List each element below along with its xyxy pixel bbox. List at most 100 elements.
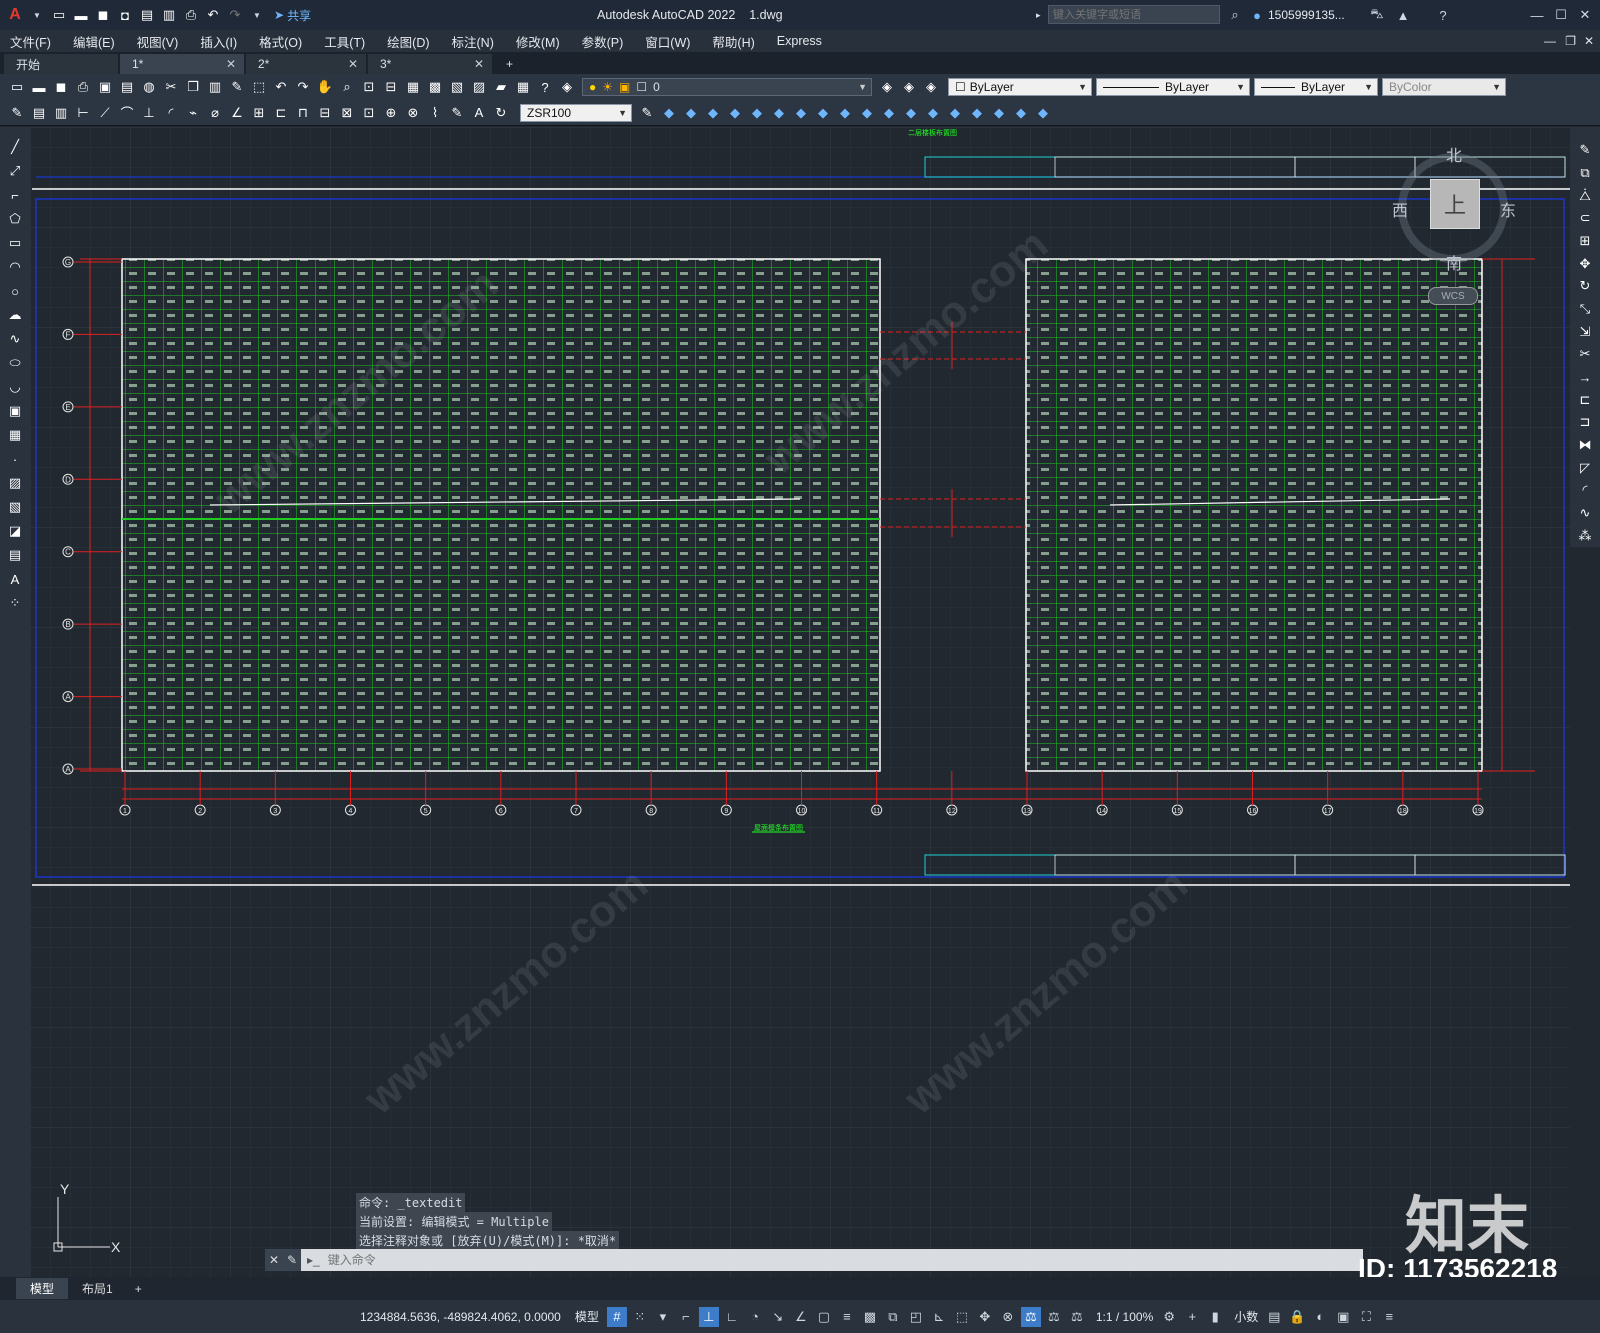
plot-preview-icon[interactable]: ▣ <box>96 78 114 96</box>
lineweight-icon[interactable]: ≡ <box>837 1307 857 1327</box>
region-icon[interactable]: ◪ <box>6 522 24 540</box>
continue-dim-icon[interactable]: ⊓ <box>294 104 312 122</box>
copy-icon[interactable]: ⧉ <box>1576 165 1594 182</box>
command-line-handle[interactable]: ✕ ✎ <box>265 1249 301 1271</box>
snap-toggle-icon[interactable]: ⁙ <box>630 1307 650 1327</box>
spline-icon[interactable]: ∿ <box>6 330 24 348</box>
circle-icon[interactable]: ○ <box>6 282 24 300</box>
close-icon[interactable]: ✕ <box>1576 6 1594 24</box>
graphics-performance-icon[interactable]: ▣ <box>1333 1307 1353 1327</box>
publish-icon[interactable]: ▤ <box>118 78 136 96</box>
tab-3[interactable]: 3* ✕ <box>368 54 492 74</box>
erase-icon[interactable]: ✎ <box>1576 142 1594 159</box>
3d-sphere-icon[interactable]: ◆ <box>726 104 744 122</box>
maximize-icon[interactable]: ☐ <box>1552 6 1570 24</box>
search-input[interactable] <box>1048 5 1220 24</box>
command-prompt-icon[interactable]: ▸_ <box>307 1253 320 1267</box>
menu-insert[interactable]: 插入(I) <box>200 32 237 51</box>
grid-toggle-icon[interactable]: # <box>606 1306 627 1327</box>
insert-block-icon[interactable]: ▣ <box>6 402 24 420</box>
diameter-dim-icon[interactable]: ⌀ <box>206 104 224 122</box>
layer-properties-icon[interactable]: ◈ <box>558 78 576 96</box>
3d-osnap-icon[interactable]: ◰ <box>906 1307 926 1327</box>
drawing-area[interactable]: 二层楼板布置图 GF E D C B A A 1 2 3 4 5 6 7 8 9… <box>30 127 1570 1277</box>
transparency-icon[interactable]: ▩ <box>860 1307 880 1327</box>
gradient-icon[interactable]: ▧ <box>6 498 24 516</box>
revolve-icon[interactable]: ◆ <box>836 104 854 122</box>
rotate-icon[interactable]: ↻ <box>1576 278 1594 295</box>
3d-cone-icon[interactable]: ◆ <box>704 104 722 122</box>
menu-window[interactable]: 窗口(W) <box>645 32 690 51</box>
gradient-icon[interactable]: ▥ <box>52 104 70 122</box>
tab-layout1[interactable]: 布局1 <box>68 1278 127 1299</box>
interfere-icon[interactable]: ◆ <box>1012 104 1030 122</box>
viewcube-west[interactable]: 西 <box>1392 197 1408 221</box>
app-menu-chevron-icon[interactable]: ▼ <box>28 6 46 24</box>
jogged-linear-icon[interactable]: ⌇ <box>426 104 444 122</box>
coordinates-readout[interactable]: 1234884.5636, -489824.4062, 0.0000 <box>360 1310 561 1324</box>
intersect-icon[interactable]: ◆ <box>946 104 964 122</box>
dim-update-icon[interactable]: ↻ <box>492 104 510 122</box>
copy-icon[interactable]: ❐ <box>184 78 202 96</box>
hatch-icon[interactable]: ▤ <box>30 104 48 122</box>
save-as-icon[interactable]: ◘ <box>116 6 134 24</box>
annotation-scale-icon[interactable]: ⚖ <box>1020 1306 1041 1327</box>
tab-2[interactable]: 2* ✕ <box>246 54 366 74</box>
isolate-objects-icon[interactable]: ◐ <box>1310 1307 1330 1327</box>
explode-icon[interactable]: ⁂ <box>1576 527 1594 544</box>
user-icon[interactable]: ● <box>1248 6 1266 24</box>
clean-screen-icon[interactable]: ⛶ <box>1356 1307 1376 1327</box>
print-icon[interactable]: ⎙ <box>182 6 200 24</box>
dynamic-input-icon[interactable]: ⊥ <box>698 1306 719 1327</box>
angular-dim-icon[interactable]: ∠ <box>228 104 246 122</box>
dim-space-icon[interactable]: ⊟ <box>316 104 334 122</box>
tab-1[interactable]: 1* ✕ <box>120 54 244 74</box>
shell-icon[interactable]: ◆ <box>1034 104 1052 122</box>
point-icon[interactable]: · <box>6 450 24 468</box>
arc-icon[interactable]: ◠ <box>6 258 24 276</box>
tab-model[interactable]: 模型 <box>16 1278 69 1299</box>
add-layout-icon[interactable]: + <box>127 1280 150 1298</box>
move-icon[interactable]: ✥ <box>1576 255 1594 272</box>
color-dropdown[interactable]: ☐ ByLayer ▼ <box>948 78 1092 96</box>
paste-icon[interactable]: ▥ <box>206 78 224 96</box>
table-icon[interactable]: ▤ <box>6 546 24 564</box>
center-mark-icon[interactable]: ⊕ <box>382 104 400 122</box>
autocad-logo-icon[interactable]: A <box>6 6 24 24</box>
selection-cycling-icon[interactable]: ⧉ <box>883 1307 903 1327</box>
match-properties-icon[interactable]: ✎ <box>228 78 246 96</box>
menu-modify[interactable]: 修改(M) <box>516 32 560 51</box>
object-snap-tracking-icon[interactable]: ∠ <box>791 1307 811 1327</box>
help-icon[interactable]: ? <box>1434 6 1452 24</box>
markup-icon[interactable]: ▰ <box>492 78 510 96</box>
dim-edit-icon[interactable]: ✎ <box>448 104 466 122</box>
tool-palettes-icon[interactable]: ▧ <box>448 78 466 96</box>
break-at-point-icon[interactable]: ⊏ <box>1576 391 1594 408</box>
offset-icon[interactable]: ⊂ <box>1576 210 1594 227</box>
polar-icon[interactable]: ◔ <box>745 1307 765 1327</box>
lock-ui-icon[interactable]: 🔒 <box>1287 1307 1307 1327</box>
object-snap-icon[interactable]: ▢ <box>814 1307 834 1327</box>
new-tab-button[interactable]: + <box>494 54 538 74</box>
annotation-monitor-icon[interactable]: + <box>1182 1307 1202 1327</box>
3d-wedge-icon[interactable]: ◆ <box>682 104 700 122</box>
fillet-icon[interactable]: ◜ <box>1576 482 1594 499</box>
user-name[interactable]: 1505999135... <box>1268 8 1345 22</box>
subtract-icon[interactable]: ◆ <box>924 104 942 122</box>
help-icon[interactable]: ? <box>536 78 554 96</box>
ordinate-dim-icon[interactable]: ⊥ <box>140 104 158 122</box>
layer-previous-icon[interactable]: ◈ <box>900 78 918 96</box>
linetype-dropdown[interactable]: ByLayer ▼ <box>1096 78 1250 96</box>
minimize-icon[interactable]: — <box>1528 6 1546 24</box>
dynamic-ucs-icon[interactable]: ⊾ <box>929 1307 949 1327</box>
union-icon[interactable]: ◆ <box>902 104 920 122</box>
ellipse-arc-icon[interactable]: ◡ <box>6 378 24 396</box>
undo-icon[interactable]: ↶ <box>204 6 222 24</box>
polygon-icon[interactable]: ⬠ <box>6 210 24 228</box>
lineweight-dropdown[interactable]: ByLayer ▼ <box>1254 78 1378 96</box>
aligned-dim-icon[interactable]: ⟋ <box>96 104 114 122</box>
menu-express[interactable]: Express <box>777 34 822 48</box>
search-icon[interactable]: ⌕ <box>1226 6 1244 24</box>
mirror-icon[interactable]: ⧊ <box>1576 187 1594 204</box>
join-icon[interactable]: ⧓ <box>1576 437 1594 454</box>
